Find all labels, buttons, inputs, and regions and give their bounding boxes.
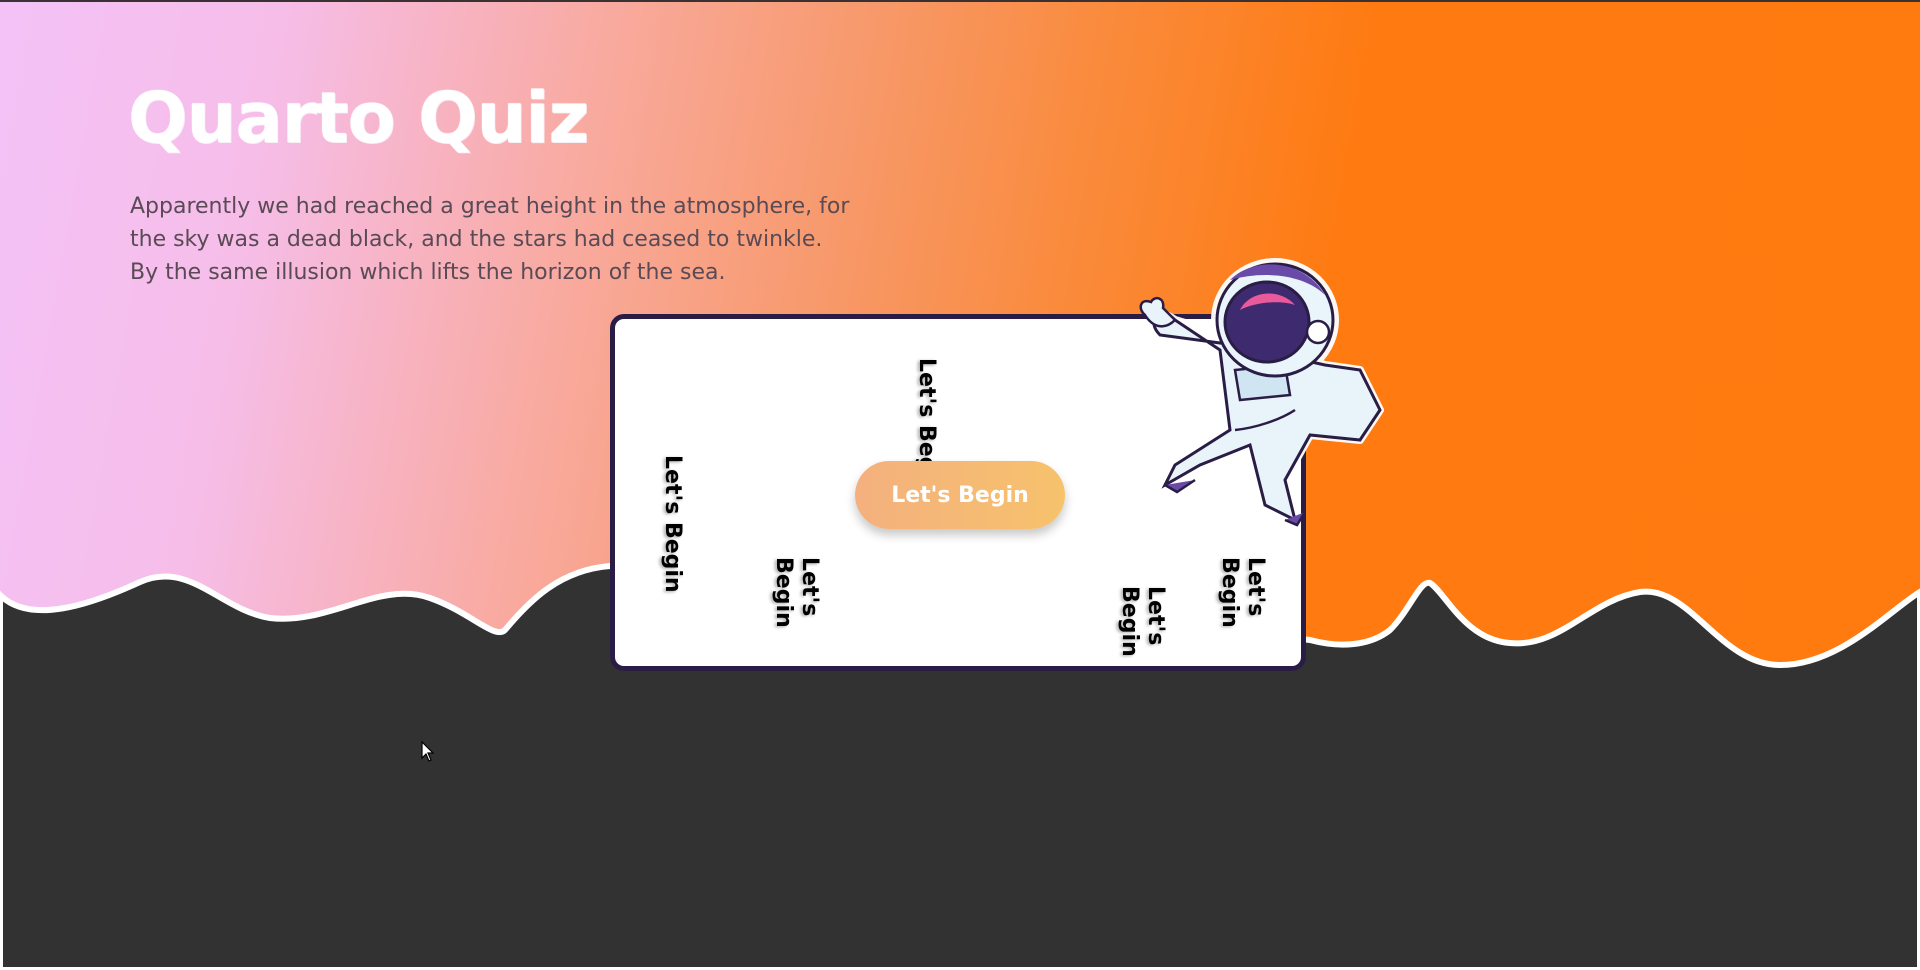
lets-begin-button[interactable]: Let's Begin (855, 461, 1065, 529)
page-title: Quarto Quiz (128, 77, 589, 159)
hero-description: Apparently we had reached a great height… (130, 194, 850, 285)
floating-label: Let's Begin (660, 455, 685, 593)
floating-label: Let's Begin (1117, 586, 1168, 657)
floating-label: Let's Begin (1217, 557, 1268, 628)
mouse-pointer-icon (421, 741, 435, 762)
astronaut-illustration (1139, 258, 1384, 527)
floating-label: Let's Begin (771, 557, 822, 628)
